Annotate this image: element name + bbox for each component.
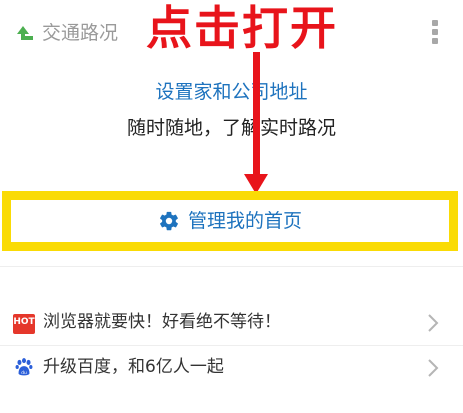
more-vertical-icon[interactable]	[428, 20, 442, 46]
list-item-upgrade-baidu[interactable]: du 升级百度，和6亿人一起	[0, 346, 463, 390]
gear-icon	[160, 211, 178, 231]
header-title: 交通路况	[42, 22, 119, 44]
section-divider	[0, 266, 463, 267]
hot-badge-icon: HOT	[13, 314, 35, 334]
annotation-text: 点击打开	[146, 1, 338, 55]
svg-text:du: du	[21, 370, 27, 376]
list-item-browser-fast[interactable]: HOT 浏览器就要快！好看绝不等待！	[0, 301, 463, 345]
baidu-paw-icon: du	[14, 357, 34, 377]
annotation-arrow-shaft	[253, 52, 260, 178]
list-item-label: 升级百度，和6亿人一起	[43, 357, 224, 377]
list-item-label: 浏览器就要快！好看绝不等待！	[43, 312, 281, 332]
traffic-tagline: 随时随地，了解实时路况	[126, 117, 336, 139]
manage-homepage-button[interactable]: 管理我的首页	[2, 191, 458, 251]
chevron-right-icon	[428, 359, 439, 377]
traffic-arrow-icon	[17, 26, 33, 40]
set-address-link[interactable]: 设置家和公司地址	[0, 78, 463, 106]
chevron-right-icon	[428, 314, 439, 332]
manage-homepage-label: 管理我的首页	[187, 210, 302, 232]
